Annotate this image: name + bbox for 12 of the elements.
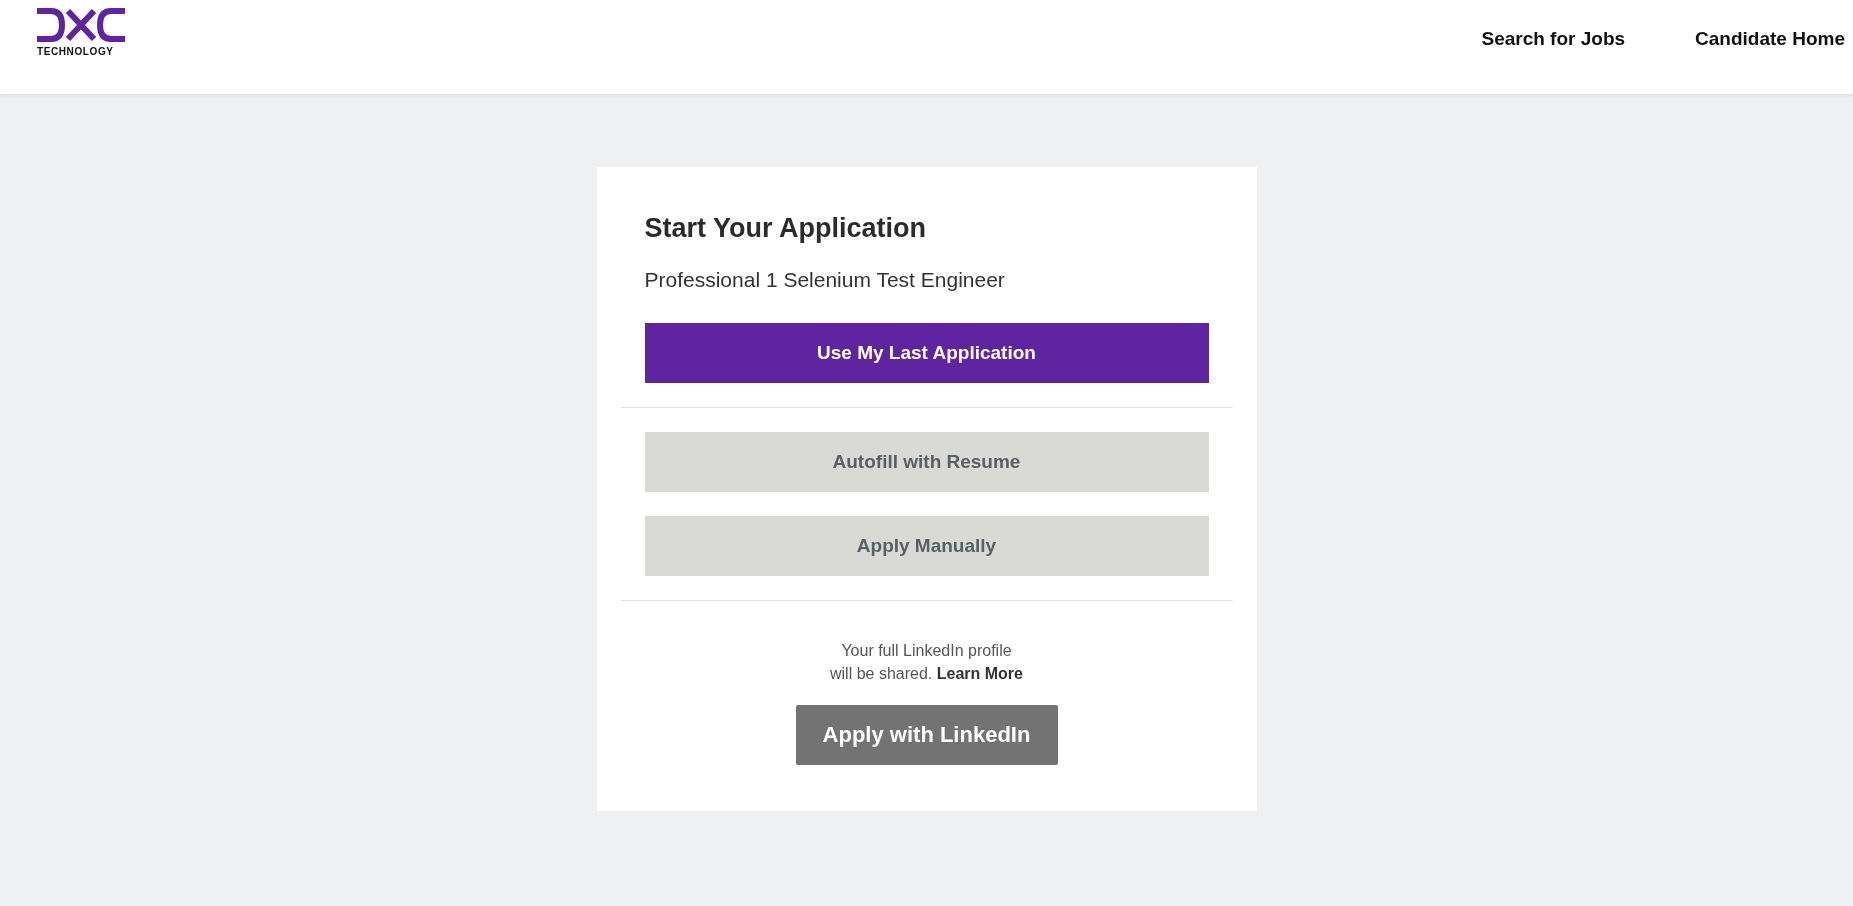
secondary-button[interactable]: Autofill with Resume: [644, 432, 1209, 492]
linkedin-apply-button[interactable]: Apply with LinkedIn: [795, 705, 1058, 765]
primary-button[interactable]: Use My Last Application: [644, 323, 1209, 383]
logo-text: TECHNOLOGY: [37, 46, 114, 57]
secondary-button[interactable]: Apply Manually: [644, 516, 1209, 576]
job-title: Professional 1 Selenium Test Engineer: [644, 268, 1006, 292]
nav-link[interactable]: Candidate Home: [1695, 28, 1845, 50]
nav-link[interactable]: Search for Jobs: [1481, 28, 1626, 50]
card-title: Start Your Application: [644, 213, 928, 244]
learn-more-link[interactable]: Learn More: [936, 665, 1023, 682]
linkedin-notice: Your full LinkedIn profile will be shared. Learn More: [830, 641, 1023, 684]
logo-icon: [37, 8, 125, 42]
